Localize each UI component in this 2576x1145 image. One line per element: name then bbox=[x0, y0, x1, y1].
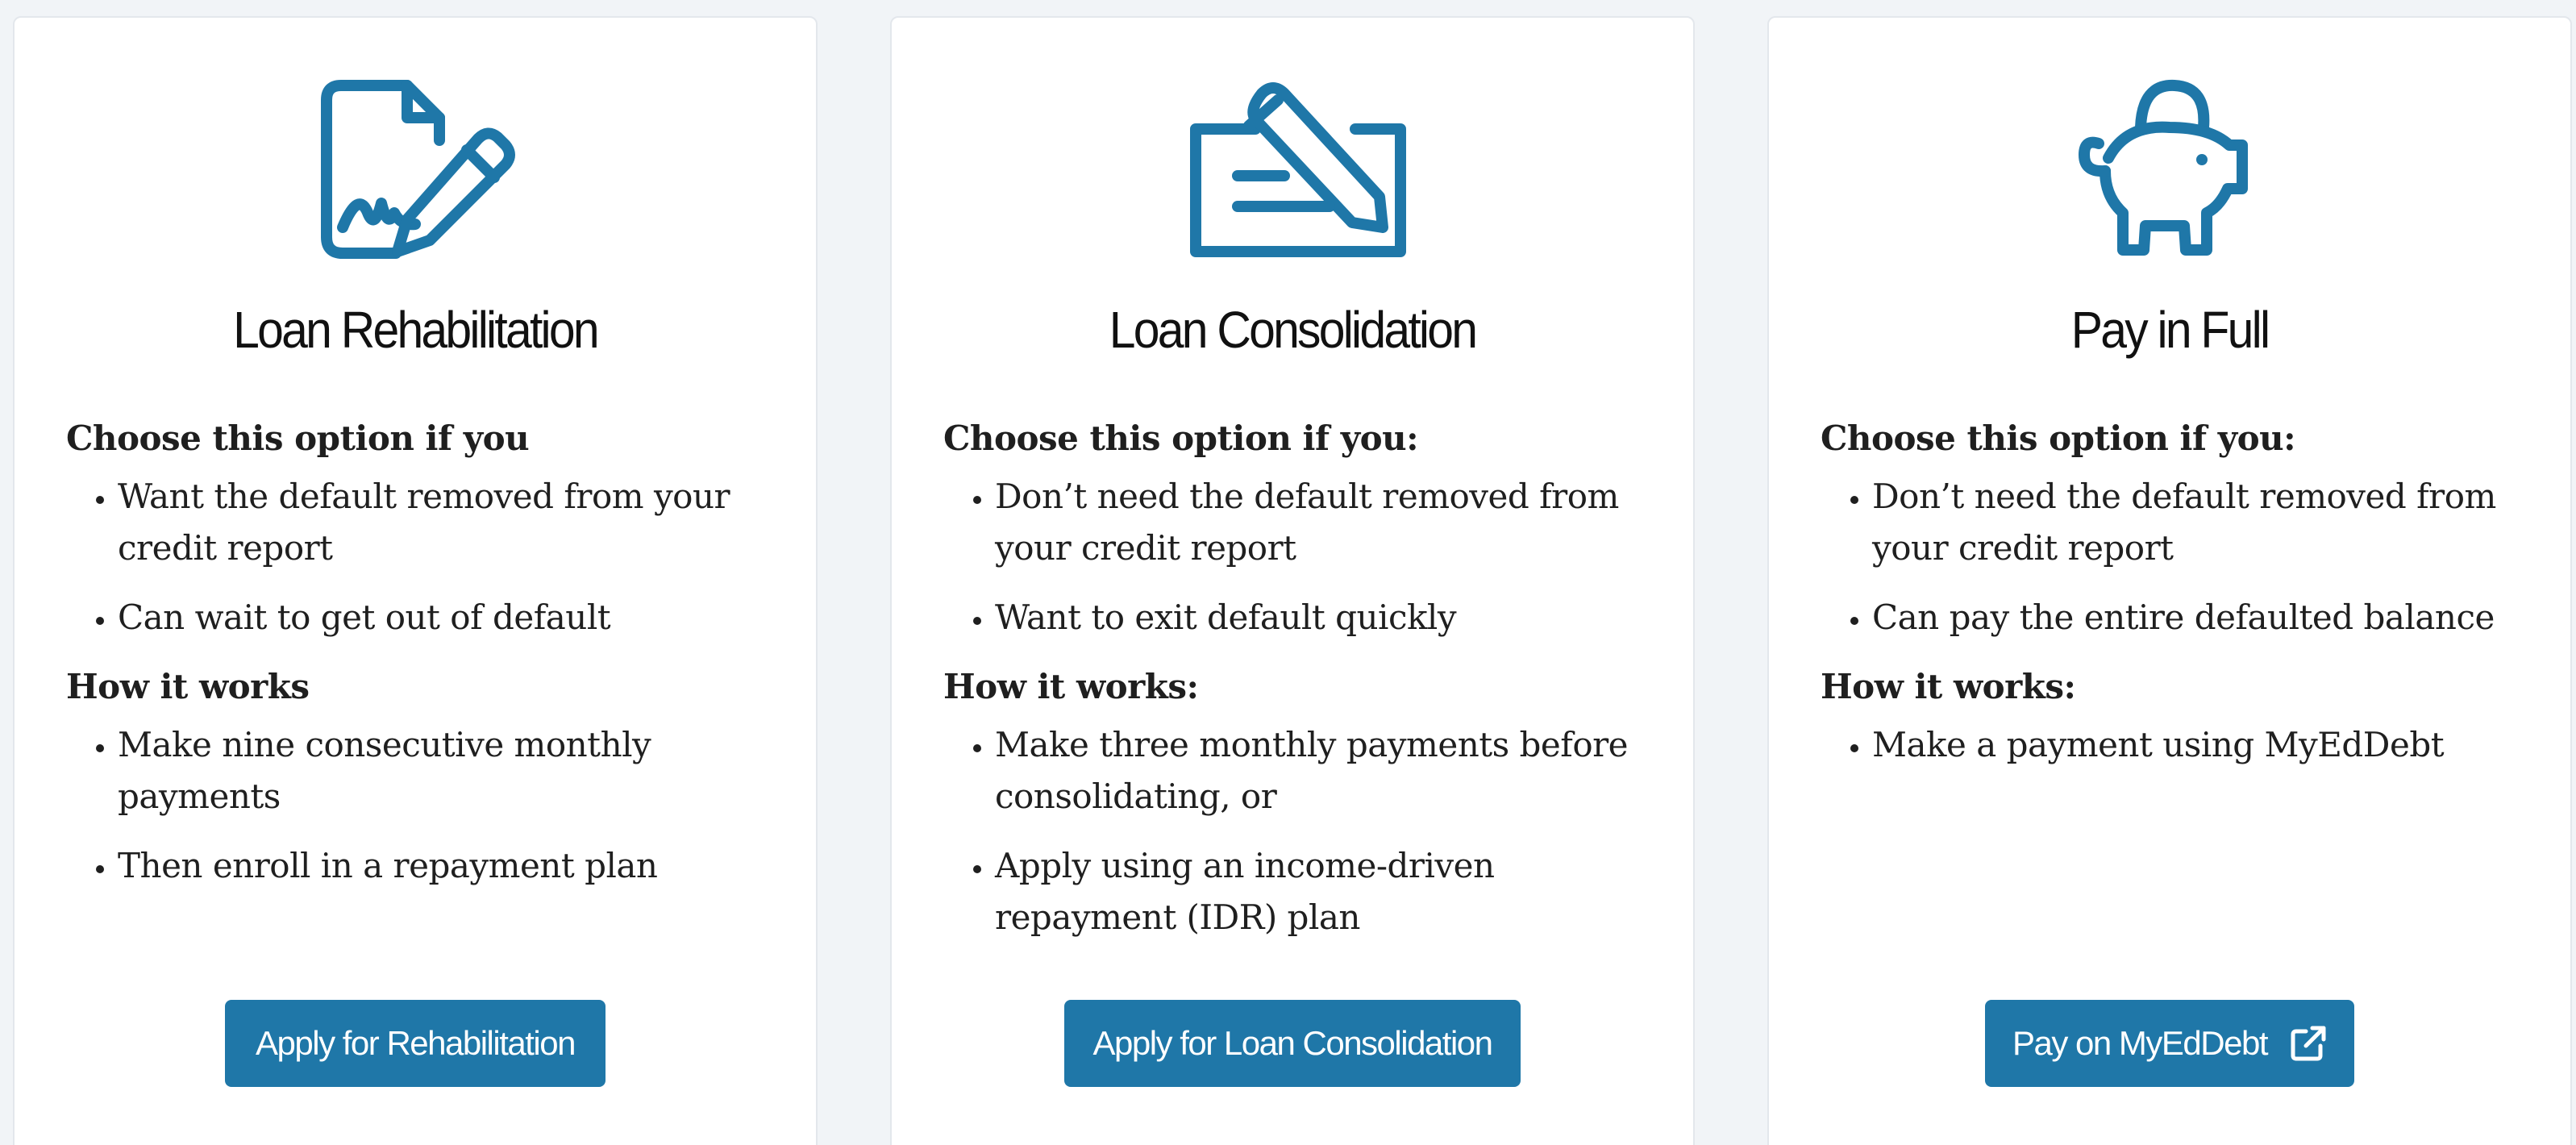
list-item: Don’t need the default removed from your… bbox=[995, 471, 1661, 574]
list-item: Make nine consecutive monthly payments bbox=[118, 719, 784, 822]
check-signing-icon bbox=[1171, 68, 1413, 277]
card-title: Loan Rehabilitation bbox=[233, 301, 599, 359]
card-title: Loan Consolidation bbox=[1109, 301, 1478, 359]
list-item: Then enroll in a repayment plan bbox=[118, 840, 784, 892]
button-label: Apply for Loan Consolidation bbox=[1092, 1024, 1493, 1062]
card-pay-in-full: Pay in Full Choose this option if you: D… bbox=[1767, 16, 2572, 1145]
list-item: Can pay the entire defaulted balance bbox=[1872, 592, 2538, 643]
choose-list: Don’t need the default removed from your… bbox=[943, 471, 1661, 643]
list-item: Make three monthly payments before conso… bbox=[995, 719, 1661, 822]
card-loan-consolidation: Loan Consolidation Choose this option if… bbox=[890, 16, 1695, 1145]
apply-rehabilitation-button[interactable]: Apply for Rehabilitation bbox=[225, 1000, 606, 1087]
choose-heading: Choose this option if you: bbox=[943, 418, 1419, 458]
list-item: Want the default removed from your credi… bbox=[118, 471, 784, 574]
card-title: Pay in Full bbox=[2070, 301, 2270, 359]
choose-list: Want the default removed from your credi… bbox=[66, 471, 784, 643]
how-list: Make nine consecutive monthly payments T… bbox=[66, 719, 784, 892]
list-item: Can wait to get out of default bbox=[118, 592, 784, 643]
card-content: Choose this option if you Want the defau… bbox=[66, 413, 784, 910]
how-heading: How it works bbox=[66, 667, 310, 706]
choose-heading: Choose this option if you bbox=[66, 418, 530, 458]
repayment-options-page: Loan Rehabilitation Choose this option i… bbox=[0, 0, 2576, 1145]
list-item: Make a payment using MyEdDebt bbox=[1872, 719, 2538, 771]
external-link-icon bbox=[2290, 1025, 2327, 1062]
list-item: Don’t need the default removed from your… bbox=[1872, 471, 2538, 574]
piggy-bank-icon bbox=[2049, 68, 2291, 277]
button-label: Pay on MyEdDebt bbox=[2012, 1024, 2269, 1062]
choose-heading: Choose this option if you: bbox=[1821, 418, 2296, 458]
card-content: Choose this option if you: Don’t need th… bbox=[1821, 413, 2538, 789]
button-label: Apply for Rehabilitation bbox=[256, 1024, 576, 1062]
how-list: Make a payment using MyEdDebt bbox=[1821, 719, 2538, 771]
document-signature-icon bbox=[294, 68, 536, 277]
how-heading: How it works: bbox=[943, 667, 1199, 706]
card-content: Choose this option if you: Don’t need th… bbox=[943, 413, 1661, 961]
choose-list: Don’t need the default removed from your… bbox=[1821, 471, 2538, 643]
pay-on-myeddebt-button[interactable]: Pay on MyEdDebt bbox=[1985, 1000, 2354, 1087]
list-item: Want to exit default quickly bbox=[995, 592, 1661, 643]
how-heading: How it works: bbox=[1821, 667, 2076, 706]
how-list: Make three monthly payments before conso… bbox=[943, 719, 1661, 943]
list-item: Apply using an income-driven repayment (… bbox=[995, 840, 1661, 943]
apply-consolidation-button[interactable]: Apply for Loan Consolidation bbox=[1064, 1000, 1521, 1087]
card-loan-rehabilitation: Loan Rehabilitation Choose this option i… bbox=[13, 16, 818, 1145]
